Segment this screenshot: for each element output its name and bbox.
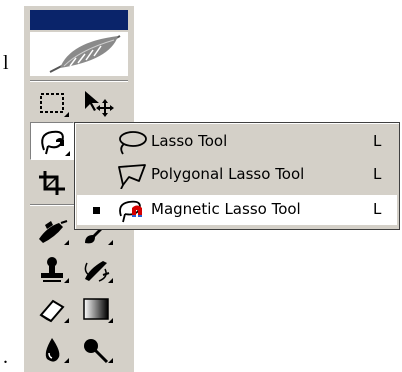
flyout-item-label: Magnetic Lasso Tool (151, 200, 301, 218)
gradient-icon (83, 298, 109, 320)
rectangular-marquee-tool[interactable] (32, 86, 72, 120)
tool-flyout-indicator (64, 278, 69, 283)
burn-icon (84, 339, 109, 364)
tool-flyout-indicator (108, 278, 113, 283)
tool-flyout-indicator (64, 318, 69, 323)
flyout-item-shortcut: L (373, 132, 382, 150)
flyout-item-polygonal-lasso-tool[interactable]: Polygonal Lasso Tool L (77, 160, 397, 190)
flyout-item-lasso-tool[interactable]: Lasso Tool L (77, 127, 397, 157)
feather-logo-icon (49, 35, 121, 73)
page-edge-glyph: l (3, 52, 9, 74)
tool-flyout-indicator (108, 240, 113, 245)
eraser-icon (39, 299, 65, 323)
move-icon (85, 91, 114, 117)
history-brush-tool[interactable] (76, 252, 116, 286)
toolbox-separator (30, 80, 128, 82)
move-tool[interactable] (76, 86, 116, 120)
blur-tool[interactable] (32, 332, 72, 366)
clone-stamp-tool[interactable] (32, 252, 72, 286)
tool-flyout-indicator (64, 358, 69, 363)
tool-flyout-indicator (65, 151, 70, 156)
crop-icon (39, 171, 65, 195)
tool-flyout-indicator (64, 112, 69, 117)
gradient-tool[interactable] (76, 292, 116, 326)
feather-logo[interactable] (30, 32, 128, 76)
eraser-tool[interactable] (32, 292, 72, 326)
stamp-icon (41, 257, 63, 282)
tool-flyout-indicator (64, 240, 69, 245)
polygonal-lasso-icon (118, 164, 146, 189)
flyout-item-label: Lasso Tool (151, 132, 228, 150)
marquee-icon (40, 93, 64, 113)
burn-tool[interactable] (76, 332, 116, 366)
lasso-tool-flyout-menu: Lasso Tool L Polygonal Lasso Tool L Magn… (74, 122, 400, 230)
tool-flyout-indicator (108, 318, 113, 323)
healing-brush-tool[interactable] (32, 214, 72, 248)
flyout-item-shortcut: L (373, 200, 382, 218)
tool-flyout-indicator (108, 358, 113, 363)
magnetic-lasso-tool[interactable] (30, 122, 74, 160)
flyout-item-magnetic-lasso-tool[interactable]: Magnetic Lasso Tool L (77, 195, 397, 225)
magnetic-lasso-icon (119, 200, 142, 223)
flyout-item-label: Polygonal Lasso Tool (151, 165, 305, 183)
lasso-icon (119, 131, 147, 155)
toolbox-titlebar[interactable] (30, 10, 128, 30)
page-edge-dot: . (3, 346, 8, 368)
flyout-item-shortcut: L (373, 165, 382, 183)
crop-tool[interactable] (32, 166, 72, 200)
selected-bullet-icon (93, 207, 100, 214)
blur-icon (45, 338, 60, 362)
